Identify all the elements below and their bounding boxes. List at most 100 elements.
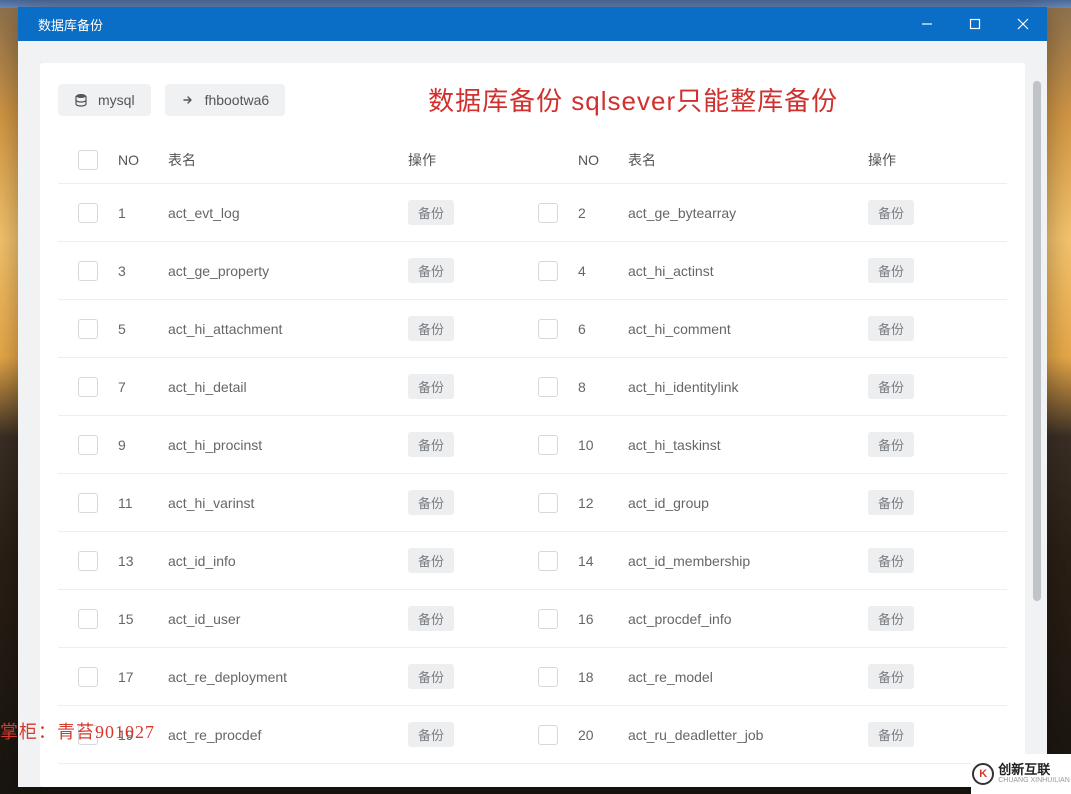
brand-watermark: K 创新互联 CHUANG XINHUILIAN [971,754,1071,794]
backup-button[interactable]: 备份 [408,606,454,631]
row-no: 5 [118,321,168,337]
col-act-right: 操作 [868,150,968,170]
row-no: 12 [578,495,628,511]
row-no: 13 [118,553,168,569]
row-checkbox[interactable] [538,435,558,455]
row-tablename: act_id_group [628,495,868,511]
close-button[interactable] [999,7,1047,41]
db-type-button[interactable]: mysql [58,84,151,116]
row-tablename: act_re_deployment [168,669,408,685]
brand-cn: 创新互联 [998,763,1070,777]
row-tablename: act_hi_procinst [168,437,408,453]
row-no: 6 [578,321,628,337]
backup-button[interactable]: 备份 [408,722,454,747]
scrollbar[interactable] [1033,81,1041,781]
table-row: 15act_id_user备份16act_procdef_info备份 [58,590,1007,648]
db-name-button[interactable]: fhbootwa6 [165,84,286,116]
row-no: 18 [578,669,628,685]
row-tablename: act_re_model [628,669,868,685]
row-no: 8 [578,379,628,395]
titlebar[interactable]: 数据库备份 [18,7,1047,41]
table-row: 17act_re_deployment备份18act_re_model备份 [58,648,1007,706]
row-checkbox[interactable] [78,377,98,397]
page-heading: 数据库备份 sqlsever只能整库备份 [299,81,1007,118]
row-tablename: act_ge_bytearray [628,205,868,221]
row-checkbox[interactable] [538,261,558,281]
row-tablename: act_id_user [168,611,408,627]
backup-button[interactable]: 备份 [868,664,914,689]
backup-button[interactable]: 备份 [408,664,454,689]
row-checkbox[interactable] [538,551,558,571]
row-checkbox[interactable] [538,667,558,687]
row-no: 10 [578,437,628,453]
row-no: 17 [118,669,168,685]
row-checkbox[interactable] [78,667,98,687]
backup-button[interactable]: 备份 [868,606,914,631]
maximize-button[interactable] [951,7,999,41]
row-checkbox[interactable] [78,261,98,281]
db-name-label: fhbootwa6 [205,92,270,108]
backup-button[interactable]: 备份 [868,548,914,573]
row-no: 11 [118,495,168,511]
arrow-right-icon [181,93,195,107]
row-no: 2 [578,205,628,221]
row-no: 20 [578,727,628,743]
row-checkbox[interactable] [538,493,558,513]
row-tablename: act_ge_property [168,263,408,279]
backup-button[interactable]: 备份 [408,432,454,457]
toolbar: mysql fhbootwa6 数据库备份 sqlsever只能整库备份 [58,81,1007,118]
window-controls [903,7,1047,41]
row-checkbox[interactable] [78,609,98,629]
table-row: 13act_id_info备份14act_id_membership备份 [58,532,1007,590]
row-tablename: act_hi_detail [168,379,408,395]
close-icon [1017,18,1029,30]
row-checkbox[interactable] [538,319,558,339]
owner-watermark: 掌柜：青苔901027 [0,718,155,744]
backup-button[interactable]: 备份 [868,722,914,747]
minimize-button[interactable] [903,7,951,41]
col-act-left: 操作 [408,150,508,170]
select-all-left-checkbox[interactable] [78,150,98,170]
row-no: 3 [118,263,168,279]
row-tablename: act_hi_identitylink [628,379,868,395]
backup-button[interactable]: 备份 [868,258,914,283]
row-tablename: act_hi_attachment [168,321,408,337]
brand-logo-icon: K [972,763,994,785]
row-no: 7 [118,379,168,395]
row-checkbox[interactable] [78,435,98,455]
row-tablename: act_procdef_info [628,611,868,627]
row-checkbox[interactable] [538,377,558,397]
backup-button[interactable]: 备份 [868,432,914,457]
backup-button[interactable]: 备份 [408,490,454,515]
content-card: mysql fhbootwa6 数据库备份 sqlsever只能整库备份 NO … [40,63,1025,787]
backup-button[interactable]: 备份 [408,374,454,399]
row-checkbox[interactable] [538,609,558,629]
table-row: 11act_hi_varinst备份12act_id_group备份 [58,474,1007,532]
row-tablename: act_hi_taskinst [628,437,868,453]
row-tablename: act_hi_comment [628,321,868,337]
table-row: 5act_hi_attachment备份6act_hi_comment备份 [58,300,1007,358]
backup-button[interactable]: 备份 [408,548,454,573]
backup-button[interactable]: 备份 [868,200,914,225]
row-checkbox[interactable] [538,203,558,223]
col-no-right: NO [578,152,628,168]
db-type-label: mysql [98,92,135,108]
col-no-left: NO [118,152,168,168]
backup-button[interactable]: 备份 [408,258,454,283]
table-row: 7act_hi_detail备份8act_hi_identitylink备份 [58,358,1007,416]
backup-button[interactable]: 备份 [868,316,914,341]
backup-button[interactable]: 备份 [408,316,454,341]
row-checkbox[interactable] [78,319,98,339]
row-checkbox[interactable] [78,203,98,223]
scrollbar-thumb[interactable] [1033,81,1041,601]
row-checkbox[interactable] [538,725,558,745]
row-tablename: act_re_procdef [168,727,408,743]
backup-button[interactable]: 备份 [868,374,914,399]
row-no: 15 [118,611,168,627]
table-row: 9act_hi_procinst备份10act_hi_taskinst备份 [58,416,1007,474]
row-checkbox[interactable] [78,493,98,513]
backup-button[interactable]: 备份 [868,490,914,515]
backup-button[interactable]: 备份 [408,200,454,225]
row-checkbox[interactable] [78,551,98,571]
row-no: 1 [118,205,168,221]
